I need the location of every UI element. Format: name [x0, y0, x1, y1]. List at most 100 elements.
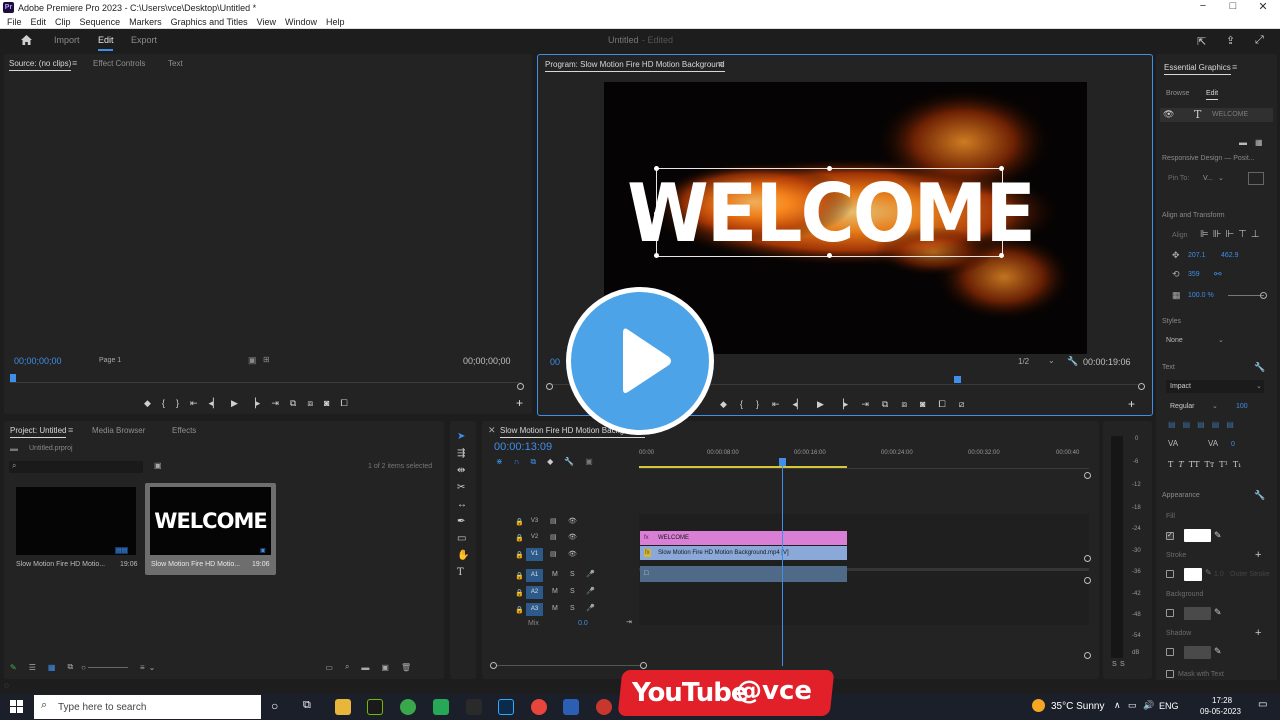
tab-export[interactable]: Export — [131, 35, 157, 45]
timeline-ruler[interactable]: 00:00 00:00:08:00 00:00:16:00 00:00:24:0… — [639, 450, 1089, 464]
font-size-value[interactable]: 100 — [1236, 403, 1248, 410]
stroke-width[interactable]: 1.0 — [1214, 571, 1224, 578]
menu-graphics-and-titles[interactable]: Graphics and Titles — [169, 17, 250, 27]
lock-icon[interactable]: 🔒 — [515, 551, 524, 559]
background-eyedropper-icon[interactable]: ✎ — [1214, 607, 1222, 618]
program-playhead[interactable] — [954, 376, 961, 383]
eye-icon[interactable]: 👁 — [568, 533, 577, 541]
timeline-vscroll-handle[interactable] — [1084, 555, 1091, 562]
button-editor-icon[interactable]: ⧠ — [340, 398, 347, 409]
timeline-timecode[interactable]: 00:00:13:09 — [494, 441, 552, 453]
overwrite-icon[interactable]: ⧈ — [307, 398, 313, 409]
solo-right-button[interactable]: S — [1120, 661, 1125, 668]
program-zoom-handle-left[interactable] — [546, 383, 553, 390]
handle-top-center[interactable] — [827, 166, 832, 171]
app-dark-icon[interactable] — [466, 699, 482, 715]
menu-edit[interactable]: Edit — [29, 17, 49, 27]
align-left-icon[interactable]: ⊫ — [1200, 229, 1209, 240]
track-a2[interactable]: A2 — [526, 586, 543, 599]
project-item-video[interactable]: ▤▤ Slow Motion Fire HD Motio... 19:06 — [12, 483, 139, 575]
shadow-checkbox[interactable] — [1166, 648, 1174, 656]
program-timecode-left[interactable]: 00 — [550, 357, 560, 367]
timeline-close-icon[interactable]: ✕ — [488, 425, 496, 436]
program-go-to-out-icon[interactable]: ⇥ — [861, 399, 869, 410]
snap-icon[interactable]: ∩ — [514, 457, 520, 467]
menu-help[interactable]: Help — [324, 17, 347, 27]
track-v2[interactable]: V2 — [526, 531, 543, 544]
track-select-tool-icon[interactable]: ⇶ — [457, 448, 469, 459]
stroke-color-swatch[interactable] — [1184, 568, 1202, 581]
resolution-select[interactable]: 1/2 — [1018, 357, 1029, 366]
handle-middle-left[interactable] — [654, 211, 659, 216]
new-bin-from-search-icon[interactable]: ▣ — [154, 461, 162, 470]
program-title[interactable]: Program: Slow Motion Fire HD Motion Back… — [545, 60, 725, 72]
handle-top-right[interactable] — [999, 166, 1004, 171]
timeline-hscroll-handle[interactable] — [640, 662, 647, 669]
new-bin-icon[interactable]: ▬ — [361, 663, 369, 672]
mark-out-icon[interactable]: } — [176, 398, 179, 409]
tab-browse[interactable]: Browse — [1166, 90, 1189, 97]
video-play-overlay[interactable] — [566, 287, 714, 435]
weather-sun-icon[interactable] — [1032, 699, 1045, 712]
shadow-color-swatch[interactable] — [1184, 646, 1211, 659]
track-v3[interactable]: V3 — [526, 515, 543, 528]
menu-sequence[interactable]: Sequence — [78, 17, 123, 27]
list-view-icon[interactable]: ☰ — [29, 663, 36, 672]
handle-bottom-left[interactable] — [654, 253, 659, 258]
opacity-slider-track[interactable] — [1228, 295, 1264, 296]
weather-text[interactable]: 35°C Sunny — [1051, 701, 1104, 712]
export-frame-icon[interactable]: ◙ — [324, 398, 329, 409]
taskbar-search-input[interactable]: ⌕ Type here to search — [34, 695, 261, 719]
type-tool-icon[interactable]: T — [457, 567, 469, 578]
go-to-in-icon[interactable]: ⇤ — [190, 398, 198, 409]
stroke-eyedropper-icon[interactable]: ✎ — [1205, 568, 1212, 577]
linked-selection-icon[interactable]: ⧉ — [530, 457, 536, 467]
position-x[interactable]: 207.1 — [1188, 252, 1206, 259]
mark-in-icon[interactable]: { — [162, 398, 165, 409]
extract-icon[interactable]: ⧈ — [901, 399, 907, 410]
timeline-vscroll-handle[interactable] — [1084, 652, 1091, 659]
project-item-graphic[interactable]: WELCOME ▣ Slow Motion Fire HD Motio... 1… — [145, 483, 276, 575]
styles-select[interactable]: None ⌄ — [1166, 334, 1224, 347]
voiceover-mic-icon[interactable]: 🎤 — [586, 604, 595, 612]
background-checkbox[interactable] — [1166, 609, 1174, 617]
align-center-icon[interactable]: ⊪ — [1213, 229, 1222, 240]
align-top-icon[interactable]: ⊤ — [1238, 229, 1247, 240]
rectangle-tool-icon[interactable]: ▭ — [457, 533, 469, 544]
lift-icon[interactable]: ⧉ — [882, 399, 888, 410]
mix-value[interactable]: 0.0 — [578, 620, 588, 627]
windows-start-icon[interactable] — [10, 700, 24, 714]
timeline-add-marker-icon[interactable]: ◆ — [547, 457, 553, 467]
timeline-playhead-handle[interactable] — [779, 458, 786, 466]
align-text-left-icon[interactable]: ▤ — [1168, 420, 1176, 429]
opacity-slider-handle[interactable] — [1260, 292, 1267, 299]
menu-window[interactable]: Window — [283, 17, 319, 27]
layer-row-welcome[interactable]: 👁 T WELCOME — [1160, 108, 1273, 122]
wrench-icon[interactable]: 🔧 — [1067, 356, 1078, 367]
step-forward-icon[interactable]: ▕▸ — [249, 398, 260, 409]
faux-italic-icon[interactable]: T — [1178, 460, 1183, 469]
program-add-button-icon[interactable]: + — [1128, 397, 1135, 411]
source-fit-icon[interactable]: ⊞ — [263, 355, 270, 364]
clear-icon[interactable]: 🗑 — [401, 663, 411, 672]
background-color-swatch[interactable] — [1184, 607, 1211, 620]
program-step-forward-icon[interactable]: ▕▸ — [837, 399, 848, 410]
file-explorer-icon[interactable] — [335, 699, 351, 715]
mute-button[interactable]: M — [552, 588, 558, 595]
tab-text[interactable]: Text — [168, 59, 183, 68]
clock-time[interactable]: 17:28 — [1212, 696, 1232, 705]
project-menu-icon[interactable]: ≡ — [68, 425, 73, 435]
task-view-icon[interactable]: ⧉ — [303, 699, 311, 712]
lock-icon[interactable]: 🔒 — [515, 589, 524, 597]
graphic-clip[interactable]: fx WELCOME — [640, 531, 847, 545]
captions-icon[interactable]: ▣ — [585, 457, 593, 467]
nvidia-icon[interactable] — [367, 699, 383, 715]
justify-left-icon[interactable]: ▤ — [1212, 420, 1220, 429]
lock-icon[interactable]: 🔒 — [515, 518, 524, 526]
step-back-icon[interactable]: ◂▏ — [209, 398, 220, 409]
small-caps-icon[interactable]: Tт — [1205, 460, 1215, 469]
page-selector[interactable]: Page 1 — [99, 357, 121, 364]
project-search-input[interactable]: ⌕ — [9, 461, 143, 473]
selection-tool-icon[interactable]: ➤ — [457, 431, 469, 442]
quick-export-icon[interactable]: ⇱ — [1197, 35, 1206, 48]
